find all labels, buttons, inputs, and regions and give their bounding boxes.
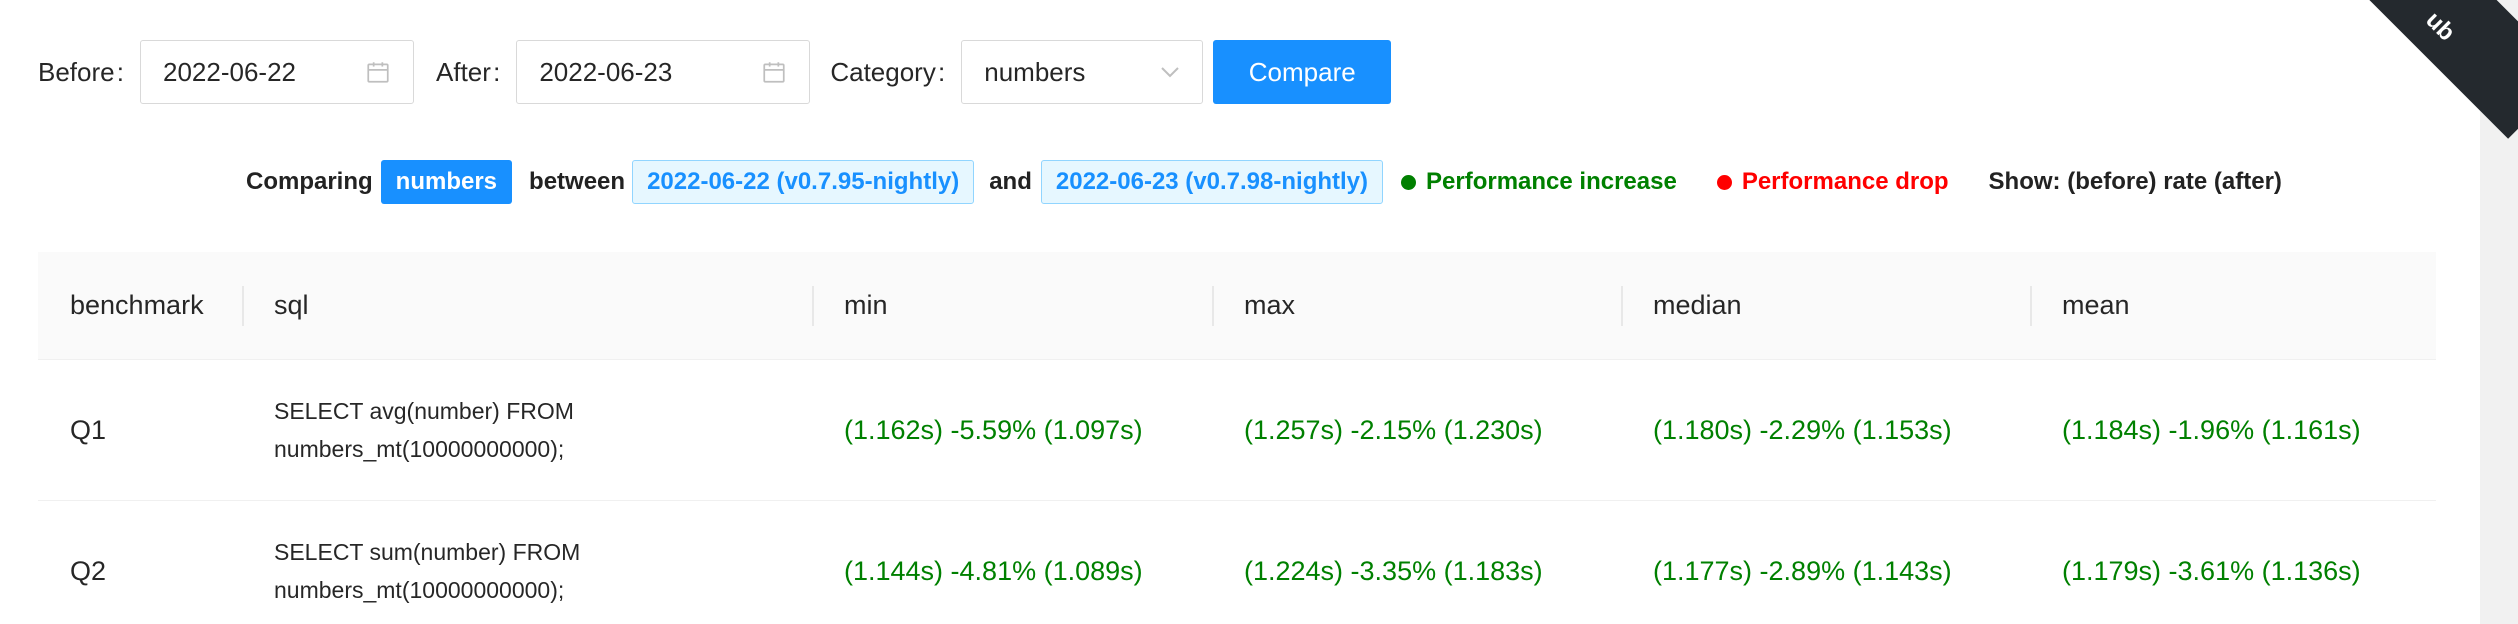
header-median: median <box>1621 252 2030 360</box>
sql-cell: SELECT avg(number) FROM numbers_mt(10000… <box>242 360 812 501</box>
increase-legend-label: Performance increase <box>1426 168 1677 195</box>
after-date-picker[interactable]: 2022-06-23 <box>516 40 811 104</box>
header-min-label: min <box>844 290 888 320</box>
sql-line: SELECT avg(number) FROM <box>274 398 574 424</box>
github-ribbon[interactable]: ub <box>2324 0 2518 139</box>
comparison-legend: Comparing numbers between 2022-06-22 (v0… <box>246 160 2282 204</box>
before-version-tag: 2022-06-22 (v0.7.95-nightly) <box>632 160 975 204</box>
drop-legend-label: Performance drop <box>1741 168 1949 195</box>
benchmark-cell: Q1 <box>70 414 107 445</box>
and-label: and <box>989 168 1032 195</box>
comparing-label: Comparing <box>246 168 373 195</box>
compare-button[interactable]: Compare <box>1213 40 1392 104</box>
category-select-value: numbers <box>984 56 1086 87</box>
table-row: Q2 SELECT sum(number) FROM numbers_mt(10… <box>38 501 2436 624</box>
min-cell: (1.144s) -4.81% (1.089s) <box>844 555 1143 586</box>
filter-toolbar: Before : 2022-06-22 After : 2022-06-23 C… <box>38 40 1392 104</box>
header-mean-label: mean <box>2062 290 2130 320</box>
header-max-label: max <box>1244 290 1296 320</box>
median-cell: (1.177s) -2.89% (1.143s) <box>1653 555 1952 586</box>
after-date-value: 2022-06-23 <box>539 56 673 87</box>
category-select[interactable]: numbers <box>961 40 1204 104</box>
table-header: benchmark sql min max median mean <box>38 252 2436 360</box>
category-label: Category : <box>830 56 946 87</box>
red-dot-icon <box>1716 174 1732 190</box>
show-format-label: Show: (before) rate (after) <box>1988 168 2282 195</box>
increase-legend: Performance increase <box>1401 168 1677 196</box>
chevron-down-icon <box>1161 67 1179 78</box>
mean-cell: (1.179s) -3.61% (1.136s) <box>2062 555 2361 586</box>
header-min: min <box>812 252 1212 360</box>
benchmark-table: benchmark sql min max median mean Q1 SEL… <box>38 252 2436 624</box>
between-label: between <box>529 168 626 195</box>
green-dot-icon <box>1401 174 1417 190</box>
median-cell: (1.180s) -2.29% (1.153s) <box>1653 414 1952 445</box>
table-row: Q1 SELECT avg(number) FROM numbers_mt(10… <box>38 360 2436 501</box>
github-ribbon-text: ub <box>2420 6 2461 47</box>
sql-line: numbers_mt(10000000000); <box>274 577 565 603</box>
calendar-icon <box>763 62 785 83</box>
benchmark-cell: Q2 <box>70 555 107 586</box>
before-label: Before : <box>38 56 125 87</box>
header-median-label: median <box>1653 290 1742 320</box>
after-label: After : <box>436 56 501 87</box>
category-tag: numbers <box>380 160 513 204</box>
calendar-icon <box>367 62 389 83</box>
after-version-tag: 2022-06-23 (v0.7.98-nightly) <box>1040 160 1384 204</box>
max-cell: (1.224s) -3.35% (1.183s) <box>1244 555 1543 586</box>
mean-cell: (1.184s) -1.96% (1.161s) <box>2062 414 2361 445</box>
header-sql: sql <box>242 252 812 360</box>
max-cell: (1.257s) -2.15% (1.230s) <box>1244 414 1543 445</box>
header-benchmark: benchmark <box>38 252 242 360</box>
sql-cell: SELECT sum(number) FROM numbers_mt(10000… <box>242 501 812 624</box>
sql-line: SELECT sum(number) FROM <box>274 539 581 565</box>
before-date-picker[interactable]: 2022-06-22 <box>140 40 415 104</box>
before-date-value: 2022-06-22 <box>163 56 297 87</box>
header-sql-label: sql <box>274 290 309 320</box>
min-cell: (1.162s) -5.59% (1.097s) <box>844 414 1143 445</box>
header-max: max <box>1212 252 1621 360</box>
sql-line: numbers_mt(10000000000); <box>274 436 565 462</box>
header-mean: mean <box>2030 252 2436 360</box>
header-benchmark-label: benchmark <box>70 290 204 320</box>
drop-legend: Performance drop <box>1716 168 1949 196</box>
